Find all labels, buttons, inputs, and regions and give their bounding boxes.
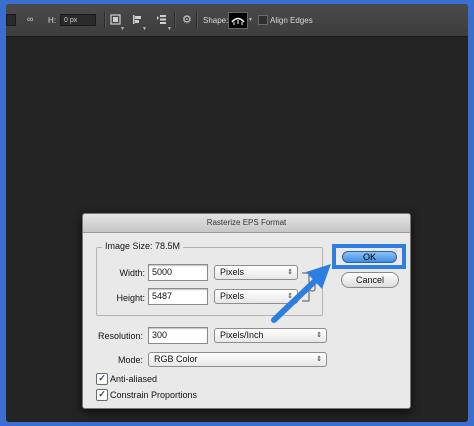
photoshop-window: ∞ H: 0 px ▼ ▼ ▼ ⚙ Shape: ▼ Align Edges R… [6,4,468,422]
annotation-arrow-icon [271,264,331,323]
